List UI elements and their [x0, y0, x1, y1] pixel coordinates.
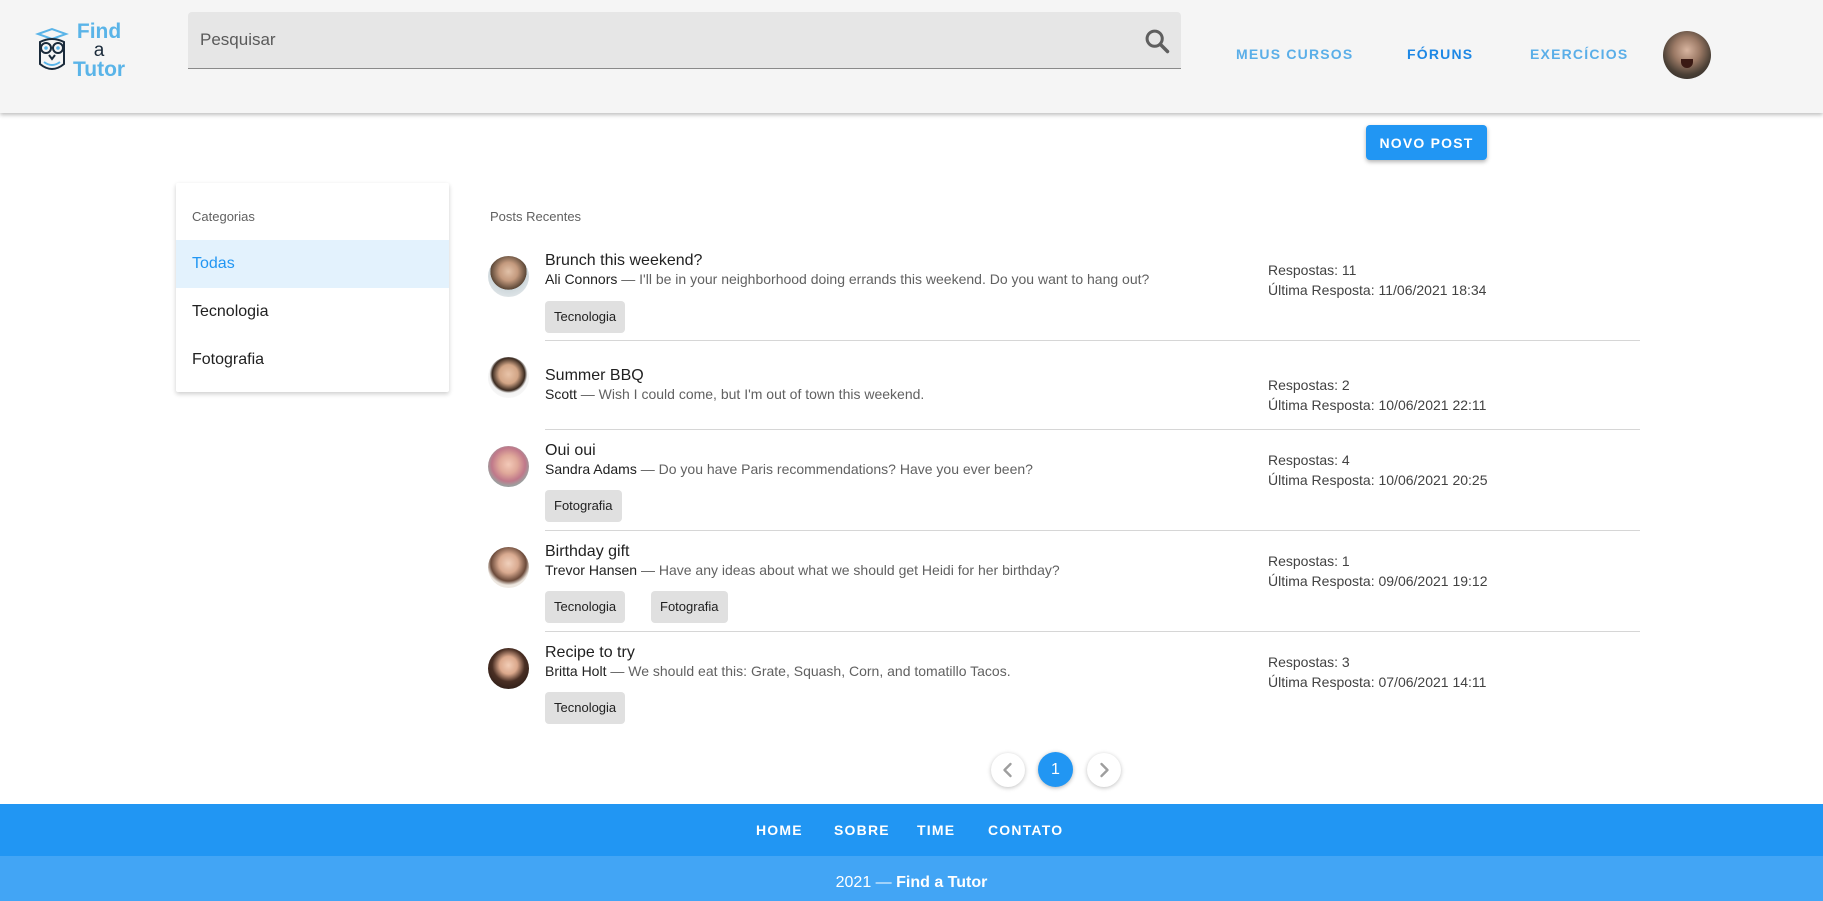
- post-subtitle: Ali Connors — I'll be in your neighborho…: [545, 271, 1149, 287]
- categories-title: Categorias: [192, 209, 255, 224]
- post-replies: Respostas: 1: [1268, 553, 1350, 569]
- post-avatar: [488, 446, 529, 487]
- tag-chip[interactable]: Tecnologia: [545, 692, 626, 724]
- logo-line-1: Find: [76, 19, 122, 43]
- post-excerpt: — Do you have Paris recommendations? Hav…: [636, 461, 1033, 477]
- post-excerpt: — I'll be in your neighborhood doing err…: [617, 271, 1150, 287]
- post-meta: Respostas: 1 Última Resposta: 09/06/2021…: [1268, 551, 1487, 591]
- posts-title: Posts Recentes: [490, 209, 582, 224]
- nav-exercicios[interactable]: EXERCÍCIOS: [1530, 46, 1628, 62]
- post-excerpt: — We should eat this: Grate, Squash, Cor…: [606, 663, 1011, 679]
- post-replies: Respostas: 3: [1268, 654, 1350, 670]
- footer-link-sobre[interactable]: SOBRE: [834, 822, 890, 838]
- post-subtitle: Scott — Wish I could come, but I'm out o…: [545, 386, 924, 402]
- divider: [545, 530, 1640, 531]
- header: Find a Tutor MEUS CURSOS FÓRUNS EXERCÍCI…: [0, 0, 1823, 113]
- tag-chip[interactable]: Tecnologia: [545, 301, 626, 333]
- post-last-reply: Última Resposta: 11/06/2021 18:34: [1268, 282, 1487, 298]
- nav-meus-cursos[interactable]: MEUS CURSOS: [1236, 46, 1353, 62]
- app: Find a Tutor MEUS CURSOS FÓRUNS EXERCÍCI…: [0, 0, 1823, 901]
- tag-chip[interactable]: Fotografia: [545, 490, 622, 522]
- category-item-todas[interactable]: Todas: [176, 240, 449, 288]
- tag-chip[interactable]: Tecnologia: [545, 591, 626, 623]
- user-avatar[interactable]: [1663, 31, 1711, 79]
- categories-card: Categorias Todas Tecnologia Fotografia: [176, 183, 449, 392]
- post-subtitle: Britta Holt — We should eat this: Grate,…: [545, 663, 1011, 679]
- post-author: Sandra Adams: [545, 461, 637, 477]
- post-subtitle: Trevor Hansen — Have any ideas about wha…: [545, 562, 1060, 578]
- post-avatar: [488, 357, 529, 398]
- post-title[interactable]: Recipe to try: [545, 644, 635, 662]
- footer-brand: Find a Tutor: [896, 874, 988, 891]
- chevron-right-icon: [1100, 762, 1109, 778]
- post-meta: Respostas: 4 Última Resposta: 10/06/2021…: [1268, 450, 1487, 490]
- logo-text: Find a Tutor: [73, 19, 126, 81]
- category-item-tecnologia[interactable]: Tecnologia: [176, 288, 449, 336]
- post-avatar: [488, 256, 529, 297]
- post-author: Britta Holt: [545, 663, 607, 679]
- post-subtitle: Sandra Adams — Do you have Paris recomme…: [545, 461, 1033, 477]
- chevron-left-icon: [1003, 762, 1012, 778]
- divider: [545, 631, 1640, 632]
- divider: [545, 340, 1640, 341]
- post-title[interactable]: Brunch this weekend?: [545, 252, 702, 270]
- post-title[interactable]: Birthday gift: [545, 543, 629, 561]
- post-excerpt: — Wish I could come, but I'm out of town…: [576, 386, 925, 402]
- avatar-mouth: [1681, 59, 1693, 68]
- post-author: Trevor Hansen: [545, 562, 638, 578]
- logo-line-3: Tutor: [73, 57, 126, 81]
- footer-year: 2021 —: [835, 874, 897, 891]
- owl-logo-icon: [35, 27, 69, 70]
- post-replies: Respostas: 11: [1268, 262, 1357, 278]
- footer-link-contato[interactable]: CONTATO: [988, 822, 1063, 838]
- tag-chip[interactable]: Fotografia: [651, 591, 728, 623]
- category-item-fotografia[interactable]: Fotografia: [176, 336, 449, 384]
- logo-line-2: a: [93, 39, 105, 61]
- nav-foruns[interactable]: FÓRUNS: [1407, 46, 1473, 62]
- search-icon[interactable]: [1143, 27, 1171, 55]
- post-last-reply: Última Resposta: 10/06/2021 20:25: [1268, 472, 1488, 488]
- footer-nav: HOME SOBRE TIME CONTATO: [0, 804, 1823, 856]
- logo[interactable]: Find a Tutor: [34, 19, 134, 81]
- post-meta: Respostas: 3 Última Resposta: 07/06/2021…: [1268, 652, 1486, 692]
- post-title[interactable]: Oui oui: [545, 442, 596, 460]
- post-author: Ali Connors: [545, 271, 618, 287]
- pagination-next-button[interactable]: [1087, 753, 1121, 787]
- pagination-page-1[interactable]: 1: [1038, 752, 1073, 787]
- post-title[interactable]: Summer BBQ: [545, 367, 644, 385]
- pagination-prev-button[interactable]: [991, 753, 1025, 787]
- post-meta: Respostas: 2 Última Resposta: 10/06/2021…: [1268, 375, 1486, 415]
- post-avatar: [488, 547, 529, 588]
- footer-link-home[interactable]: HOME: [756, 822, 803, 838]
- post-last-reply: Última Resposta: 07/06/2021 14:11: [1268, 674, 1487, 690]
- footer-copyright: 2021 — Find a Tutor: [0, 856, 1823, 901]
- search-input[interactable]: [200, 12, 1120, 68]
- post-last-reply: Última Resposta: 09/06/2021 19:12: [1268, 573, 1488, 589]
- post-meta: Respostas: 11 Última Resposta: 11/06/202…: [1268, 260, 1486, 300]
- post-last-reply: Última Resposta: 10/06/2021 22:11: [1268, 397, 1487, 413]
- post-replies: Respostas: 2: [1268, 377, 1350, 393]
- post-replies: Respostas: 4: [1268, 452, 1350, 468]
- post-excerpt: — Have any ideas about what we should ge…: [637, 562, 1060, 578]
- footer-link-time[interactable]: TIME: [917, 822, 955, 838]
- post-author: Scott: [545, 386, 577, 402]
- search-bar: [188, 12, 1181, 69]
- divider: [545, 429, 1640, 430]
- new-post-button[interactable]: NOVO POST: [1366, 125, 1487, 160]
- post-avatar: [488, 648, 529, 689]
